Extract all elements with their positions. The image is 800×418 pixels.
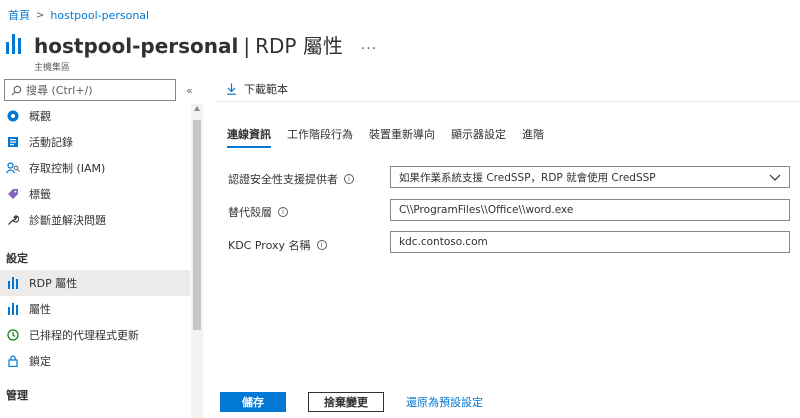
shell-label-row: 替代殼層 i	[228, 204, 288, 220]
sidebar-item-label: 存取控制 (IAM)	[29, 162, 106, 175]
breadcrumb: 首頁 > hostpool-personal	[8, 7, 149, 23]
lock-icon	[6, 354, 20, 368]
kdc-label: KDC Proxy 名稱	[228, 239, 311, 252]
collapse-sidebar-button[interactable]: «	[186, 84, 193, 97]
info-icon[interactable]: i	[316, 240, 327, 250]
hostpool-icon	[6, 276, 20, 290]
search-icon	[11, 85, 22, 95]
save-button[interactable]: 儲存	[220, 392, 286, 412]
info-icon[interactable]: i	[278, 207, 288, 217]
download-template-label: 下載範本	[244, 82, 288, 96]
sidebar-item-label: 概觀	[29, 110, 51, 123]
sidebar: 搜尋 (Ctrl+/) « 概觀 活動記錄 存取控制 (IAM) 標籤 診斷並解…	[0, 76, 204, 418]
title-separator: |	[243, 34, 251, 58]
properties-icon	[6, 302, 20, 316]
clock-icon	[6, 328, 20, 342]
chevron-down-icon	[769, 174, 781, 181]
more-options-button[interactable]: ···	[361, 41, 377, 57]
page-title: RDP 屬性	[255, 34, 343, 58]
breadcrumb-home[interactable]: 首頁	[8, 7, 30, 23]
alternate-shell-input[interactable]: C\\ProgramFiles\\Office\\word.exe	[390, 199, 790, 221]
iam-icon	[6, 161, 20, 175]
scroll-up-icon[interactable]	[194, 106, 200, 111]
sidebar-item-properties[interactable]: 屬性	[0, 296, 190, 322]
sidebar-item-label: RDP 屬性	[29, 277, 78, 290]
kdc-proxy-input[interactable]: kdc.contoso.com	[390, 231, 790, 253]
sidebar-item-label: 已排程的代理程式更新	[29, 329, 139, 342]
sidebar-item-diagnose[interactable]: 診斷並解決問題	[0, 207, 190, 233]
activity-log-icon	[6, 135, 20, 149]
tab-bar: 連線資訊 工作階段行為 裝置重新導向 顯示器設定 進階	[227, 126, 560, 148]
sidebar-item-iam[interactable]: 存取控制 (IAM)	[0, 155, 190, 181]
tag-icon	[6, 187, 20, 201]
sidebar-item-scheduled-updates[interactable]: 已排程的代理程式更新	[0, 322, 190, 348]
breadcrumb-current[interactable]: hostpool-personal	[50, 9, 149, 22]
breadcrumb-separator-icon: >	[36, 9, 45, 21]
wrench-icon	[6, 213, 20, 227]
sidebar-item-label: 鎖定	[29, 355, 51, 368]
command-bar: 下載範本	[216, 76, 800, 102]
credssp-label: 認證安全性支援提供者	[228, 173, 338, 186]
sidebar-item-rdp-properties[interactable]: RDP 屬性	[0, 270, 190, 296]
sidebar-item-activity-log[interactable]: 活動記錄	[0, 129, 190, 155]
credssp-label-row: 認證安全性支援提供者 i	[228, 171, 354, 187]
download-template-button[interactable]: 下載範本	[216, 81, 288, 97]
action-bar: 儲存 捨棄變更 還原為預設設定	[220, 392, 483, 412]
credssp-value: 如果作業系統支援 CredSSP，RDP 就會使用 CredSSP	[399, 171, 656, 184]
page-subtitle: 主機集區	[34, 63, 71, 73]
tab-connection-info[interactable]: 連線資訊	[227, 126, 271, 148]
discard-changes-button[interactable]: 捨棄變更	[308, 392, 384, 412]
tab-session-behavior[interactable]: 工作階段行為	[287, 126, 353, 148]
page-header: hostpool-personal | RDP 屬性 ··· 主機集區	[6, 30, 377, 73]
kdc-proxy-value: kdc.contoso.com	[399, 236, 488, 248]
section-manage: 管理	[6, 389, 28, 402]
tab-display-settings[interactable]: 顯示器設定	[451, 126, 506, 148]
scroll-thumb[interactable]	[193, 120, 201, 330]
sidebar-item-label: 標籤	[29, 188, 51, 201]
shell-label: 替代殼層	[228, 206, 272, 219]
search-placeholder: 搜尋 (Ctrl+/)	[26, 84, 93, 97]
credssp-dropdown[interactable]: 如果作業系統支援 CredSSP，RDP 就會使用 CredSSP	[390, 166, 790, 188]
sidebar-item-tags[interactable]: 標籤	[0, 181, 190, 207]
alternate-shell-value: C\\ProgramFiles\\Office\\word.exe	[399, 204, 574, 216]
sidebar-item-overview[interactable]: 概觀	[0, 103, 190, 129]
sidebar-item-label: 診斷並解決問題	[29, 214, 106, 227]
sidebar-item-lock[interactable]: 鎖定	[0, 348, 190, 374]
download-icon	[227, 83, 236, 95]
section-settings: 設定	[6, 252, 28, 265]
info-icon[interactable]: i	[344, 174, 354, 184]
sidebar-item-label: 活動記錄	[29, 136, 73, 149]
resource-name: hostpool-personal	[34, 34, 239, 58]
overview-icon	[6, 109, 20, 123]
tab-advanced[interactable]: 進階	[522, 126, 544, 148]
kdc-label-row: KDC Proxy 名稱 i	[228, 237, 327, 253]
sidebar-scrollbar[interactable]	[191, 104, 203, 418]
search-input[interactable]: 搜尋 (Ctrl+/)	[4, 79, 176, 101]
sidebar-item-label: 屬性	[29, 303, 51, 316]
reset-defaults-link[interactable]: 還原為預設設定	[406, 394, 483, 410]
tab-device-redirection[interactable]: 裝置重新導向	[369, 126, 435, 148]
hostpool-icon	[6, 34, 26, 54]
